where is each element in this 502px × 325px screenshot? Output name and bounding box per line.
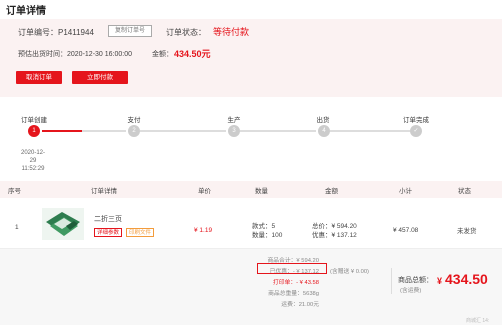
- style-label: 款式：: [252, 223, 272, 230]
- grand-total-value: 434.50: [445, 271, 488, 287]
- shipping-fee: 运费：21.00元: [281, 302, 319, 308]
- row-index: 1: [15, 224, 19, 231]
- step-line-4: [330, 130, 410, 132]
- summary-divider: [391, 268, 392, 294]
- step-line-3: [240, 130, 316, 132]
- corner-note: 商城汇 14:: [466, 318, 490, 324]
- qty-value: 100: [271, 232, 283, 239]
- order-status-value: 等待付款: [213, 27, 250, 37]
- print-file-tag[interactable]: 印刷文件: [125, 228, 154, 237]
- qty-label: 数量：: [252, 232, 272, 239]
- step-clock: 11:52:29: [21, 166, 45, 172]
- step-label-production: 生产: [227, 117, 241, 124]
- amount-label: 金额：: [152, 51, 173, 58]
- step-time: 2020-12-29 11:52:29: [18, 149, 48, 173]
- total-line: 总价：¥ 594.20: [312, 222, 357, 231]
- grand-total-currency: ¥: [437, 276, 443, 286]
- grand-total-label: 商品总额：: [398, 277, 433, 284]
- step-line-2: [140, 130, 226, 132]
- step-label-shipping: 出货: [316, 117, 330, 124]
- amount-value: 434.50元: [174, 49, 211, 59]
- table-header: [0, 181, 502, 198]
- order-number: 订单编号：P1411944: [18, 27, 94, 38]
- step-label-payment: 支付: [127, 117, 141, 124]
- ship-time: 预估出货时间：2020-12-30 16:00:00: [18, 49, 132, 59]
- th-unit-price: 单价: [198, 188, 211, 195]
- ship-time-label: 预估出货时间：: [18, 51, 67, 58]
- detail-params-tag[interactable]: 详细参数: [94, 228, 123, 237]
- ship-time-value: 2020-12-30 16:00:00: [67, 51, 132, 58]
- product-tags: 详细参数 印刷文件: [94, 228, 154, 237]
- style-value: 5: [271, 223, 276, 230]
- product-thumbnail[interactable]: [42, 208, 84, 240]
- coupon-note: (含赠送 ¥ 0.00): [330, 269, 369, 275]
- discount-line: 优惠：¥ 137.12: [312, 231, 357, 240]
- discount-value: ¥ 137.12: [331, 232, 357, 239]
- order-number-value: P1411944: [58, 28, 94, 37]
- step-marker-payment: 2: [128, 125, 140, 137]
- copy-order-number-button[interactable]: 复制订单号: [108, 25, 152, 37]
- highlight-box: [257, 263, 327, 274]
- amount-cell: 总价：¥ 594.20 优惠：¥ 137.12: [312, 222, 357, 240]
- order-status-label: 订单状态：: [166, 28, 206, 37]
- extra-discount: 打印单：- ¥ 43.58: [272, 280, 319, 286]
- step-marker-complete: ✓: [410, 125, 422, 137]
- step-line-1a: [42, 130, 82, 132]
- order-number-label: 订单编号：: [18, 28, 58, 37]
- qty-cell: 款式：5 数量：100: [252, 222, 282, 240]
- th-detail: 订单详情: [91, 188, 117, 195]
- total-label: 总价：: [312, 223, 332, 230]
- qty-line: 数量：100: [252, 231, 282, 240]
- step-label-created: 订单创建: [21, 117, 47, 124]
- total-weight: 商品总重量：5638g: [268, 291, 319, 297]
- brochure-image-icon: [46, 212, 80, 236]
- row-status: 未发货: [457, 228, 477, 235]
- step-marker-production: 3: [228, 125, 240, 137]
- product-name: 二折三页: [94, 216, 122, 223]
- step-date: 2020-12-29: [20, 150, 46, 164]
- unit-price: ¥ 1.19: [194, 227, 213, 234]
- discount-label: 优惠：: [312, 232, 332, 239]
- th-amount: 金额: [325, 188, 338, 195]
- total-value: ¥ 594.20: [331, 223, 357, 230]
- th-subtotal: 小计: [399, 188, 412, 195]
- th-index: 序号: [8, 188, 21, 195]
- subtotal: ¥ 457.08: [393, 227, 419, 234]
- step-label-complete: 订单完成: [403, 117, 429, 124]
- page-title: 订单详情: [6, 6, 46, 17]
- step-line-1b: [82, 130, 126, 132]
- th-status: 状态: [458, 188, 471, 195]
- cancel-order-button[interactable]: 取消订单: [16, 71, 62, 84]
- step-marker-created: 1: [28, 125, 40, 137]
- pay-now-button[interactable]: 立即付款: [72, 71, 128, 84]
- style-line: 款式：5: [252, 222, 282, 231]
- grand-total-note: (含运费): [400, 288, 422, 294]
- step-marker-shipping: 4: [318, 125, 330, 137]
- th-quantity: 数量: [255, 188, 268, 195]
